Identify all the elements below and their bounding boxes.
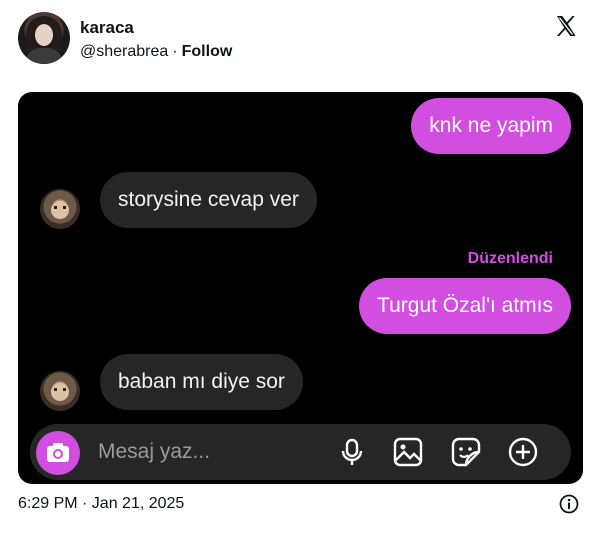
- message-bubble-received: storysine cevap ver: [100, 172, 317, 228]
- sticker-icon[interactable]: [450, 436, 482, 468]
- author-avatar[interactable]: [18, 12, 70, 64]
- author-display-name[interactable]: karaca: [80, 18, 134, 38]
- separator-dot: ·: [172, 43, 178, 60]
- contact-avatar: [40, 371, 80, 411]
- microphone-icon[interactable]: [336, 436, 368, 468]
- message-bubble-received: baban mı diye sor: [100, 354, 303, 410]
- edited-label: Düzenlendi: [467, 250, 553, 267]
- message-bubble-sent: knk ne yapim: [411, 98, 571, 154]
- message-bubble-sent: Turgut Özal'ı atmıs: [359, 278, 571, 334]
- contact-avatar: [40, 189, 80, 229]
- tweet-timestamp[interactable]: 6:29 PM · Jan 21, 2025: [18, 494, 184, 514]
- tweet-header: karaca @sherabrea · Follow: [18, 12, 582, 68]
- x-logo-icon[interactable]: [554, 14, 578, 38]
- image-icon[interactable]: [392, 436, 424, 468]
- author-handle[interactable]: @sherabrea: [80, 43, 168, 60]
- message-composer[interactable]: Mesaj yaz...: [30, 424, 571, 480]
- add-icon[interactable]: [507, 436, 539, 468]
- info-icon[interactable]: [559, 494, 579, 514]
- camera-icon: [47, 443, 69, 462]
- author-handle-row: @sherabrea · Follow: [80, 42, 232, 62]
- follow-button[interactable]: Follow: [182, 43, 233, 60]
- message-input[interactable]: Mesaj yaz...: [98, 440, 210, 464]
- camera-button[interactable]: [36, 431, 80, 475]
- chat-screenshot: knk ne yapim storysine cevap ver Düzenle…: [18, 92, 583, 484]
